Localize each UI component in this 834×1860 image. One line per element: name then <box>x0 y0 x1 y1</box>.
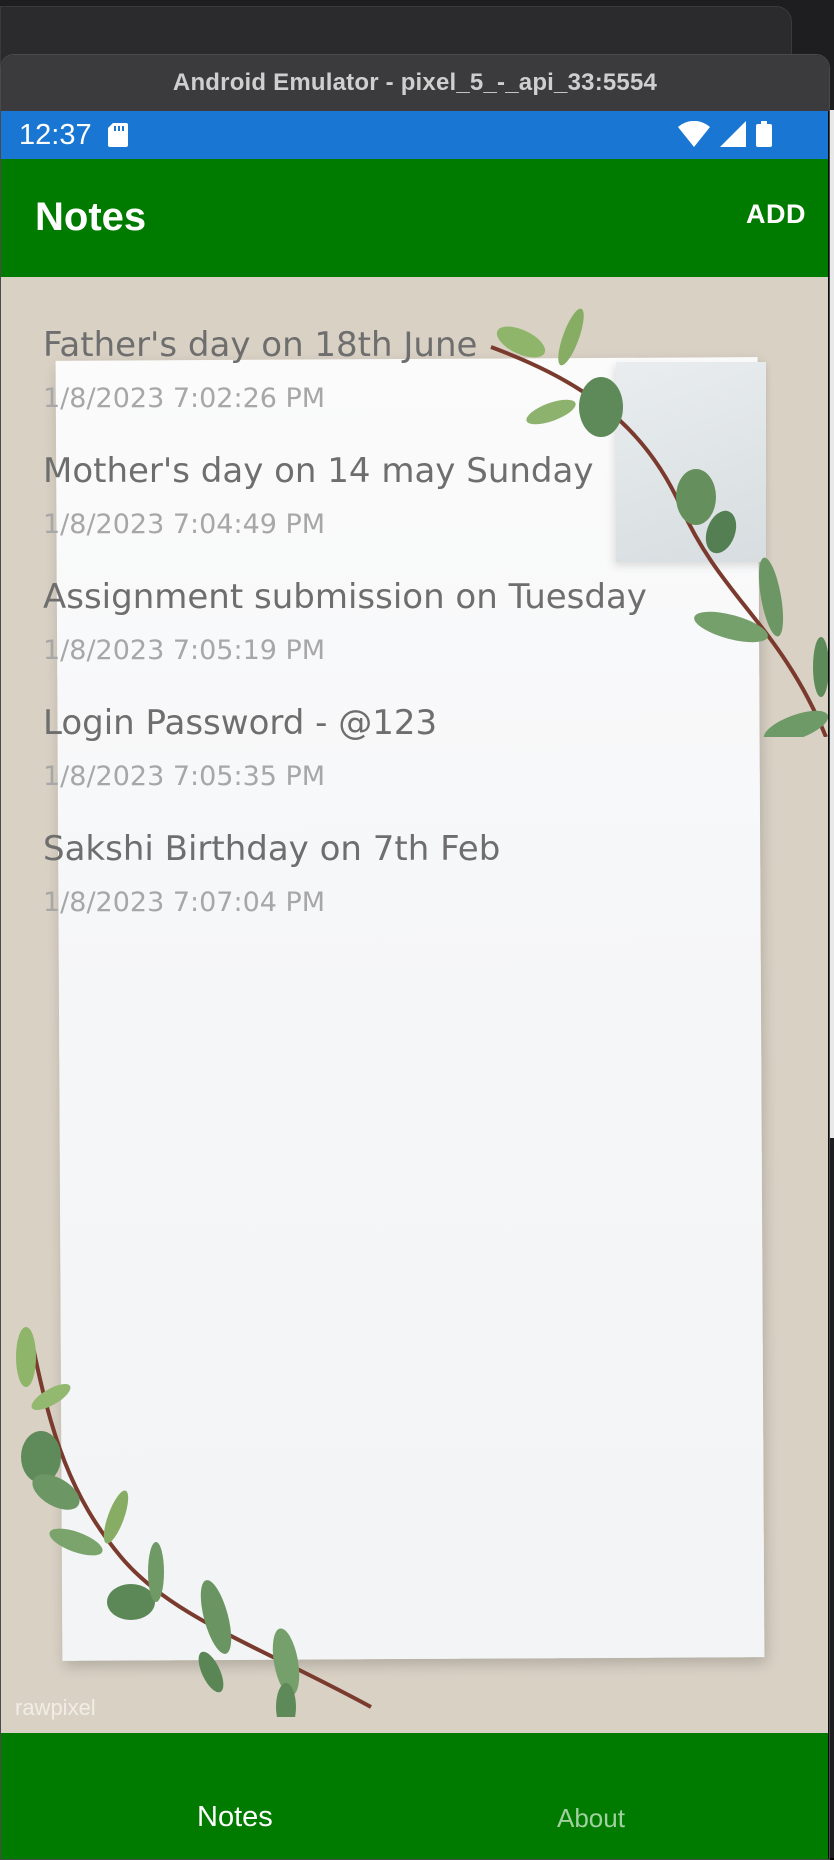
list-item[interactable]: Login Password - @123 1/8/2023 7:05:35 PM <box>1 701 828 827</box>
note-timestamp: 1/8/2023 7:07:04 PM <box>43 887 326 918</box>
window-titlebar[interactable]: Android Emulator - pixel_5_-_api_33:5554 <box>1 55 829 111</box>
note-title: Father's day on 18th June <box>43 325 478 365</box>
tab-notes[interactable]: Notes <box>197 1801 273 1834</box>
sd-card-icon <box>107 123 128 147</box>
list-item[interactable]: Father's day on 18th June 1/8/2023 7:02:2… <box>1 323 828 449</box>
note-timestamp: 1/8/2023 7:05:35 PM <box>43 761 326 792</box>
add-button[interactable]: ADD <box>746 199 806 230</box>
notes-list: Father's day on 18th June 1/8/2023 7:02:2… <box>1 277 828 953</box>
note-title: Mother's day on 14 may Sunday <box>43 451 594 491</box>
wifi-icon <box>678 120 710 152</box>
list-item[interactable]: Mother's day on 14 may Sunday 1/8/2023 7:… <box>1 449 828 575</box>
app-bar: Notes ADD <box>1 159 828 277</box>
list-item[interactable]: Sakshi Birthday on 7th Feb 1/8/2023 7:07:… <box>1 827 828 953</box>
phone-screen: 12:37 Notes ADD rawpixel Father's day on… <box>1 111 828 1859</box>
note-timestamp: 1/8/2023 7:04:49 PM <box>43 509 326 540</box>
notes-page: rawpixel Father's day on 18th June 1/8/20… <box>1 277 828 1733</box>
signal-icon <box>720 121 746 152</box>
watermark: rawpixel <box>15 1695 96 1720</box>
emulator-window: Android Emulator - pixel_5_-_api_33:5554… <box>0 54 830 1860</box>
note-timestamp: 1/8/2023 7:02:26 PM <box>43 383 326 414</box>
note-title: Assignment submission on Tuesday <box>43 577 647 617</box>
tab-bar: Notes About <box>1 1733 828 1859</box>
note-timestamp: 1/8/2023 7:05:19 PM <box>43 635 326 666</box>
eucalyptus-branch-bottom <box>16 1327 372 1717</box>
status-time: 12:37 <box>19 118 92 151</box>
list-item[interactable]: Assignment submission on Tuesday 1/8/2023… <box>1 575 828 701</box>
window-title: Android Emulator - pixel_5_-_api_33:5554 <box>172 69 658 96</box>
battery-icon <box>756 121 772 152</box>
status-bar: 12:37 <box>1 111 828 159</box>
tab-about[interactable]: About <box>557 1803 625 1834</box>
page-title: Notes <box>35 195 147 239</box>
note-title: Login Password - @123 <box>43 703 438 743</box>
note-title: Sakshi Birthday on 7th Feb <box>43 829 501 869</box>
